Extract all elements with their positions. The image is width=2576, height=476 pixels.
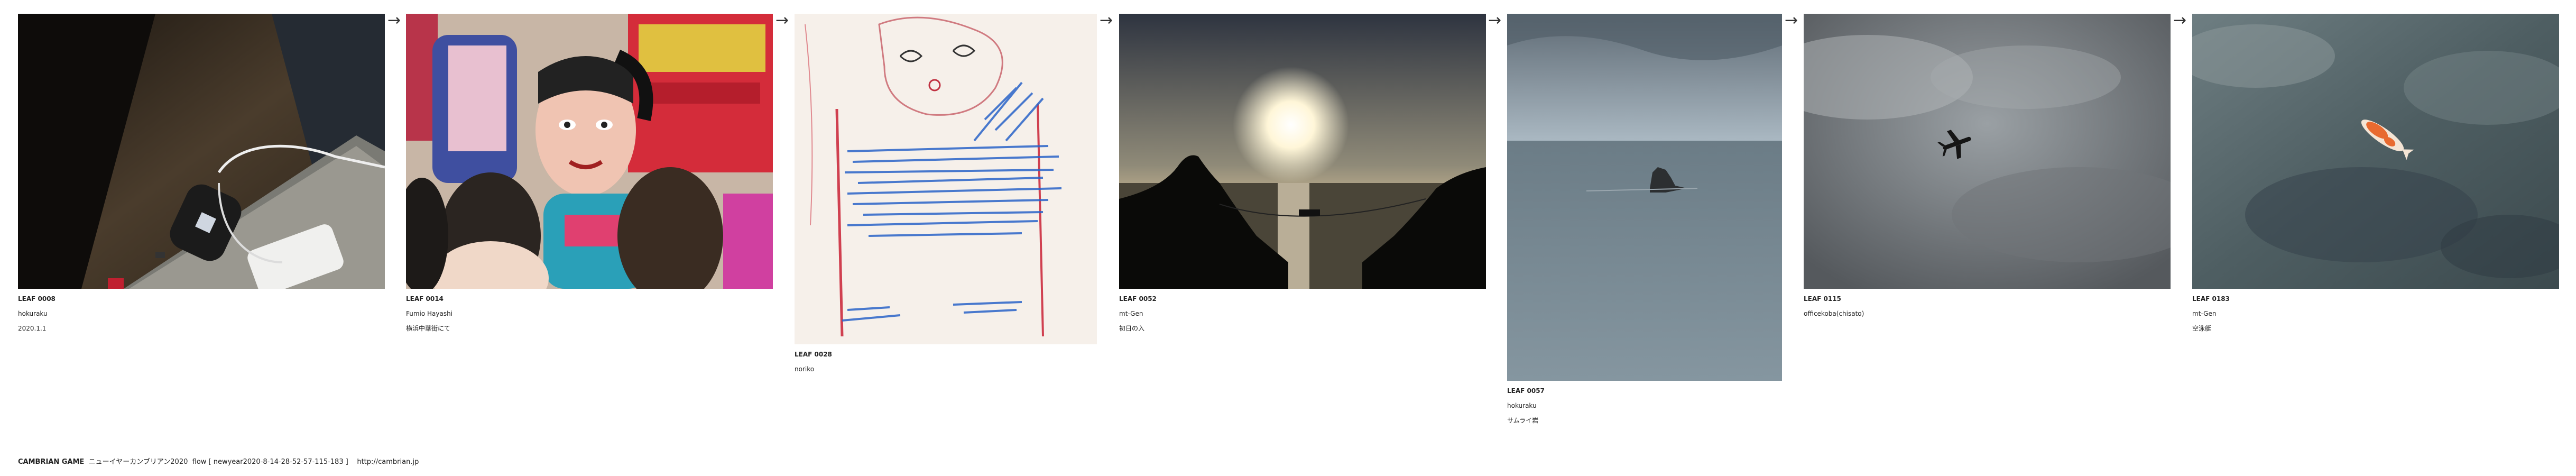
leaf-photo-koi[interactable] <box>2192 14 2559 289</box>
leaf-photo-airplane[interactable] <box>1804 14 2171 289</box>
koi-pond-image <box>2192 14 2559 289</box>
leaf-note: 初日の入 <box>1119 325 1145 332</box>
leaf-author[interactable]: mt-Gen <box>2192 310 2559 317</box>
leaf-code: LEAF 0057 <box>1507 387 1545 395</box>
footer: CAMBRIAN GAME ニューイヤーカンブリアン2020 flow [ ne… <box>18 458 419 466</box>
leaf-author[interactable]: officekoba(chisato) <box>1804 310 2171 317</box>
samurai-rock-image <box>1507 14 1782 381</box>
power-strip-image <box>18 14 385 289</box>
leaf-author[interactable]: mt-Gen <box>1119 310 1486 317</box>
leaf-card-0183[interactable]: LEAF 0183 mt-Gen 空泳艇 <box>2192 14 2559 340</box>
leaf-photo-festival-mask[interactable] <box>406 14 773 289</box>
leaf-card-0057[interactable]: LEAF 0057 hokuraku サムライ岩 <box>1507 14 1782 432</box>
leaf-card-0028[interactable]: LEAF 0028 noriko <box>795 14 1097 380</box>
leaf-photo-power-strip[interactable] <box>18 14 385 289</box>
leaf-author[interactable]: hokuraku <box>18 310 385 317</box>
footer-brand[interactable]: CAMBRIAN GAME <box>18 458 84 466</box>
leaf-card-0115[interactable]: LEAF 0115 officekoba(chisato) <box>1804 14 2171 325</box>
crayon-drawing-image <box>795 14 1097 344</box>
leaf-code: LEAF 0028 <box>795 351 832 358</box>
flow-arrow-icon: → <box>1785 11 1798 30</box>
sunset-rocks-image <box>1119 14 1486 289</box>
leaf-photo-samurai-rock[interactable] <box>1507 14 1782 381</box>
leaf-code: LEAF 0052 <box>1119 295 1157 303</box>
flow-arrow-icon: → <box>1488 11 1502 30</box>
festival-mask-image <box>406 14 773 289</box>
airplane-image <box>1804 14 2171 289</box>
leaf-card-0052[interactable]: LEAF 0052 mt-Gen 初日の入 <box>1119 14 1486 340</box>
leaf-code: LEAF 0183 <box>2192 295 2230 303</box>
leaf-author[interactable]: noriko <box>795 365 1097 373</box>
flow-arrow-icon: → <box>387 11 401 30</box>
flow-arrow-icon: → <box>2173 11 2187 30</box>
leaf-code: LEAF 0008 <box>18 295 56 303</box>
leaf-card-0014[interactable]: LEAF 0014 Fumio Hayashi 横浜中華街にて <box>406 14 773 340</box>
leaf-note: 横浜中華街にて <box>406 325 451 332</box>
flow-arrow-icon: → <box>1100 11 1113 30</box>
footer-flow-text: ニューイヤーカンブリアン2020 flow [ newyear2020-8-14… <box>88 458 419 466</box>
leaf-code: LEAF 0014 <box>406 295 444 303</box>
leaf-note: 2020.1.1 <box>18 325 47 332</box>
leaf-note: 空泳艇 <box>2192 325 2212 332</box>
leaf-author[interactable]: hokuraku <box>1507 402 1782 409</box>
leaf-photo-sunset-rocks[interactable] <box>1119 14 1486 289</box>
leaf-card-0008[interactable]: LEAF 0008 hokuraku 2020.1.1 <box>18 14 385 340</box>
leaf-code: LEAF 0115 <box>1804 295 1841 303</box>
leaf-author[interactable]: Fumio Hayashi <box>406 310 773 317</box>
leaf-photo-crayon-drawing[interactable] <box>795 14 1097 344</box>
leaf-note: サムライ岩 <box>1507 417 1539 424</box>
flow-arrow-icon: → <box>775 11 789 30</box>
